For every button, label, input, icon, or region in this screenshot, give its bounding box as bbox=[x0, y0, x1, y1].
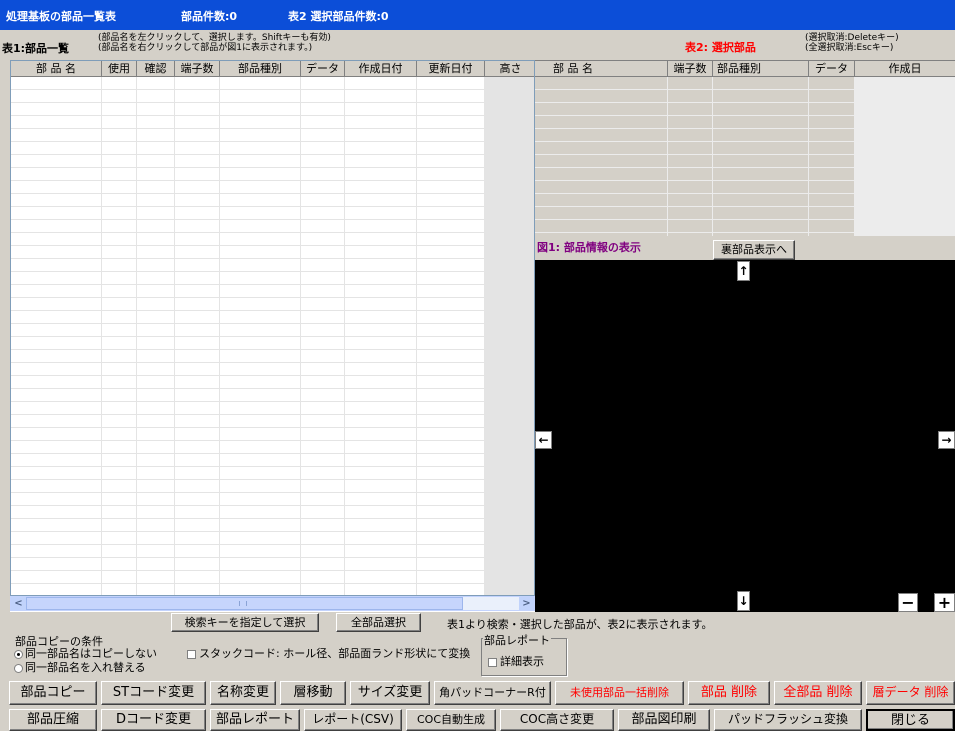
detail-display-label: 詳細表示 bbox=[500, 655, 544, 668]
pan-down-icon[interactable]: ↓ bbox=[737, 591, 750, 611]
table1-col-pins[interactable]: 端子数 bbox=[175, 61, 220, 77]
table1-hint-2: (部品名を右クリックして部品が図1に表示されます。) bbox=[98, 43, 313, 53]
table1-rows[interactable] bbox=[11, 77, 534, 595]
table1-col-used[interactable]: 使用 bbox=[102, 61, 137, 77]
table1-col-created[interactable]: 作成日付 bbox=[345, 61, 417, 77]
report-csv-button[interactable]: レポート(CSV) bbox=[304, 709, 402, 731]
scroll-left-icon[interactable]: < bbox=[11, 597, 26, 610]
part-copy-button[interactable]: 部品コピー bbox=[9, 681, 97, 705]
report-group: 部品レポート 詳細表示 bbox=[481, 632, 567, 676]
checkbox-icon[interactable] bbox=[488, 657, 497, 667]
table2-hint-1: (選択取消:Deleteキー) bbox=[805, 33, 899, 43]
zoom-in-icon[interactable]: + bbox=[934, 593, 955, 612]
square-pad-corner-button[interactable]: 角パッドコーナーR付 bbox=[434, 681, 551, 705]
back-parts-button[interactable]: 裏部品表示へ bbox=[713, 240, 795, 260]
table1-hscrollbar[interactable]: < > bbox=[10, 596, 535, 611]
table2-hint-2: (全選択取消:Escキー) bbox=[805, 43, 894, 53]
radio-unchecked-icon[interactable] bbox=[14, 663, 23, 673]
layer-move-button[interactable]: 層移動 bbox=[280, 681, 346, 705]
delete-unused-parts-button[interactable]: 未使用部品一括削除 bbox=[555, 681, 684, 705]
table2-column-headers: 部 品 名 端子数 部品種別 データ 作成日 bbox=[535, 61, 955, 77]
report-legend: 部品レポート bbox=[483, 632, 551, 648]
table1-col-confirm[interactable]: 確認 bbox=[137, 61, 175, 77]
selected-count: 表2 選択部品件数:0 bbox=[288, 10, 389, 23]
delete-layer-data-button[interactable]: 層データ 削除 bbox=[866, 681, 955, 705]
stack-code-label: スタックコード: ホール径、部品面ランド形状にて変換 bbox=[199, 647, 471, 660]
table2-col-data[interactable]: データ bbox=[809, 61, 855, 77]
table2-header: 表2: 選択部品 (選択取消:Deleteキー) (全選択取消:Escキー) bbox=[535, 30, 955, 60]
bottom-panel: 検索キーを指定して選択 全部品選択 表1より検索・選択した部品が、表2に表示され… bbox=[0, 612, 955, 731]
part-compress-button[interactable]: 部品圧縮 bbox=[9, 709, 97, 731]
pad-flash-convert-button[interactable]: パッドフラッシュ変換 bbox=[714, 709, 862, 731]
table2-col-name[interactable]: 部 品 名 bbox=[535, 61, 668, 77]
part-report-button[interactable]: 部品レポート bbox=[210, 709, 300, 731]
zoom-out-icon[interactable]: − bbox=[898, 593, 918, 612]
part-count: 部品件数:0 bbox=[181, 10, 238, 23]
size-change-button[interactable]: サイズ変更 bbox=[350, 681, 430, 705]
table1-column-headers: 部 品 名 使用 確認 端子数 部品種別 データ 作成日付 更新日付 高さ bbox=[11, 61, 534, 77]
radio-checked-icon[interactable] bbox=[14, 649, 23, 659]
figure-label: 図1: 部品情報の表示 bbox=[537, 241, 641, 254]
table2-label: 表2: 選択部品 bbox=[685, 41, 756, 54]
rename-button[interactable]: 名称変更 bbox=[210, 681, 276, 705]
table1-col-data[interactable]: データ bbox=[301, 61, 345, 77]
scroll-right-icon[interactable]: > bbox=[519, 597, 534, 610]
part-preview-canvas[interactable]: ↑ ↓ ← → − + bbox=[535, 260, 955, 612]
option-replace-label: 同一部品名を入れ替える bbox=[25, 661, 146, 674]
pan-right-icon[interactable]: → bbox=[938, 431, 955, 449]
table1-col-height[interactable]: 高さ bbox=[485, 61, 534, 77]
pan-up-icon[interactable]: ↑ bbox=[737, 261, 750, 281]
detail-display-option[interactable]: 詳細表示 bbox=[488, 653, 544, 669]
table2-col-type[interactable]: 部品種別 bbox=[713, 61, 809, 77]
table1-col-type[interactable]: 部品種別 bbox=[220, 61, 301, 77]
table2-rows[interactable] bbox=[535, 77, 955, 236]
figure-header: 図1: 部品情報の表示 裏部品表示へ bbox=[535, 236, 955, 260]
scroll-thumb[interactable] bbox=[26, 597, 463, 610]
d-code-change-button[interactable]: Dコード変更 bbox=[101, 709, 206, 731]
checkbox-icon[interactable] bbox=[187, 649, 196, 659]
coc-auto-generate-button[interactable]: COC自動生成 bbox=[406, 709, 496, 731]
st-code-change-button[interactable]: STコード変更 bbox=[101, 681, 206, 705]
table2-grid[interactable]: 部 品 名 端子数 部品種別 データ 作成日 bbox=[535, 60, 955, 236]
table2-col-created[interactable]: 作成日 bbox=[855, 61, 955, 77]
pan-left-icon[interactable]: ← bbox=[535, 431, 552, 449]
table1-header: 表1:部品一覧 (部品名を左クリックして、選択します。Shiftキーも有効) (… bbox=[0, 30, 535, 60]
option-replace-duplicate[interactable]: 同一部品名を入れ替える bbox=[14, 659, 146, 675]
left-gutter bbox=[0, 60, 10, 612]
stack-code-option[interactable]: スタックコード: ホール径、部品面ランド形状にて変換 bbox=[187, 645, 470, 661]
table1-col-name[interactable]: 部 品 名 bbox=[11, 61, 102, 77]
table1-hint-1: (部品名を左クリックして、選択します。Shiftキーも有効) bbox=[98, 33, 331, 43]
select-by-key-button[interactable]: 検索キーを指定して選択 bbox=[171, 613, 319, 632]
part-drawing-print-button[interactable]: 部品図印刷 bbox=[618, 709, 710, 731]
delete-all-parts-button[interactable]: 全部品 削除 bbox=[774, 681, 862, 705]
delete-part-button[interactable]: 部品 削除 bbox=[688, 681, 770, 705]
title-bar: 処理基板の部品一覧表 部品件数:0 表2 選択部品件数:0 bbox=[0, 0, 955, 30]
select-all-button[interactable]: 全部品選択 bbox=[336, 613, 421, 632]
close-button[interactable]: 閉じる bbox=[866, 709, 955, 731]
copy-conditions-group: 部品コピーの条件 同一部品名はコピーしない 同一部品名を入れ替える スタックコー… bbox=[12, 633, 470, 675]
table1-grid[interactable]: 部 品 名 使用 確認 端子数 部品種別 データ 作成日付 更新日付 高さ bbox=[10, 60, 535, 596]
table2-col-pins[interactable]: 端子数 bbox=[668, 61, 713, 77]
window-title: 処理基板の部品一覧表 bbox=[6, 10, 116, 23]
table1-label: 表1:部品一覧 bbox=[2, 42, 70, 55]
coc-height-change-button[interactable]: COC高さ変更 bbox=[500, 709, 614, 731]
search-info-text: 表1より検索・選択した部品が、表2に表示されます。 bbox=[447, 618, 713, 631]
table1-col-updated[interactable]: 更新日付 bbox=[417, 61, 485, 77]
